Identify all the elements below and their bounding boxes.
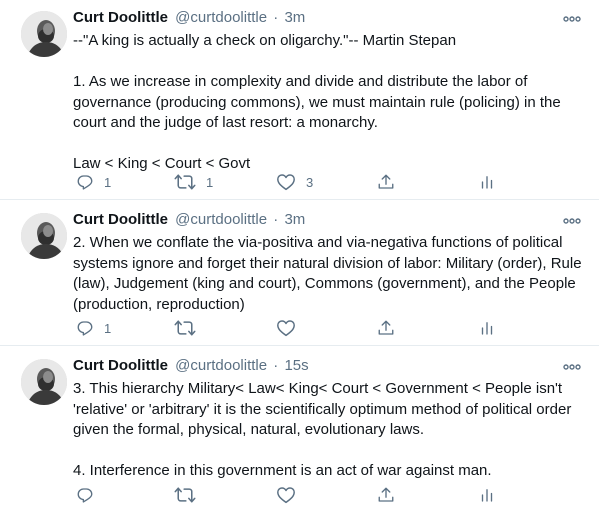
more-horizontal-icon[interactable] — [562, 214, 582, 228]
tweet-header: Curt Doolittle @curtdoolittle · 15s — [73, 356, 309, 376]
retweet-button[interactable] — [174, 318, 206, 338]
tweet-paragraph: 2. When we conflate the via-positiva and… — [73, 234, 582, 313]
tweet[interactable]: Curt Doolittle @curtdoolittle · 3m 2. Wh… — [0, 200, 599, 346]
analytics-icon — [478, 486, 496, 504]
analytics-button[interactable] — [478, 172, 496, 192]
author-handle[interactable]: @curtdoolittle — [175, 211, 267, 228]
retweet-icon — [174, 173, 196, 191]
tweet[interactable]: Curt Doolittle @curtdoolittle · 15s 3. T… — [0, 346, 599, 519]
timestamp[interactable]: 3m — [284, 9, 305, 26]
separator-dot: · — [273, 9, 279, 26]
share-icon — [377, 486, 395, 504]
retweet-icon — [174, 319, 196, 337]
retweet-count: 1 — [206, 174, 214, 190]
tweet-header: Curt Doolittle @curtdoolittle · 3m — [73, 210, 305, 230]
tweet-text: 3. This hierarchy Military< Law< King< C… — [73, 379, 583, 482]
like-button[interactable] — [276, 485, 306, 505]
tweet-actions: 1 1 3 — [73, 172, 573, 192]
share-button[interactable] — [377, 318, 395, 338]
reply-icon — [76, 486, 94, 504]
reply-button[interactable]: 1 — [76, 172, 111, 192]
author-name[interactable]: Curt Doolittle — [73, 211, 168, 228]
author-handle[interactable]: @curtdoolittle — [175, 357, 267, 374]
retweet-button[interactable]: 1 — [174, 172, 213, 192]
tweet[interactable]: Curt Doolittle @curtdoolittle · 3m --"A … — [0, 0, 599, 200]
tweet-text: --"A king is actually a check on oligarc… — [73, 31, 583, 175]
retweet-button[interactable] — [174, 485, 206, 505]
tweet-paragraph: 4. Interference in this government is an… — [73, 462, 492, 479]
reply-count: 1 — [104, 320, 112, 336]
avatar[interactable] — [21, 213, 67, 259]
avatar[interactable] — [21, 11, 67, 57]
timestamp[interactable]: 15s — [284, 357, 308, 374]
analytics-icon — [478, 319, 496, 337]
reply-icon — [76, 319, 94, 337]
like-button[interactable]: 3 — [276, 172, 313, 192]
reply-button[interactable]: 1 — [76, 318, 111, 338]
tweet-paragraph: 1. As we increase in complexity and divi… — [73, 73, 561, 131]
tweet-paragraph: 3. This hierarchy Military< Law< King< C… — [73, 380, 572, 438]
share-button[interactable] — [377, 485, 395, 505]
reply-count: 1 — [104, 174, 112, 190]
heart-icon — [276, 173, 296, 191]
share-icon — [377, 319, 395, 337]
author-name[interactable]: Curt Doolittle — [73, 9, 168, 26]
author-handle[interactable]: @curtdoolittle — [175, 9, 267, 26]
more-horizontal-icon[interactable] — [562, 12, 582, 26]
reply-button[interactable] — [76, 485, 104, 505]
tweet-actions — [73, 485, 573, 505]
analytics-button[interactable] — [478, 318, 496, 338]
heart-icon — [276, 486, 296, 504]
heart-icon — [276, 319, 296, 337]
author-name[interactable]: Curt Doolittle — [73, 357, 168, 374]
more-horizontal-icon[interactable] — [562, 360, 582, 374]
share-icon — [377, 173, 395, 191]
avatar[interactable] — [21, 359, 67, 405]
tweet-header: Curt Doolittle @curtdoolittle · 3m — [73, 8, 305, 28]
analytics-icon — [478, 173, 496, 191]
separator-dot: · — [273, 211, 279, 228]
separator-dot: · — [273, 357, 279, 374]
tweet-paragraph: --"A king is actually a check on oligarc… — [73, 32, 457, 49]
timestamp[interactable]: 3m — [284, 211, 305, 228]
retweet-icon — [174, 486, 196, 504]
share-button[interactable] — [377, 172, 395, 192]
like-count: 3 — [306, 174, 314, 190]
like-button[interactable] — [276, 318, 306, 338]
tweet-actions: 1 — [73, 318, 573, 338]
reply-icon — [76, 173, 94, 191]
analytics-button[interactable] — [478, 485, 496, 505]
tweet-text: 2. When we conflate the via-positiva and… — [73, 233, 583, 315]
